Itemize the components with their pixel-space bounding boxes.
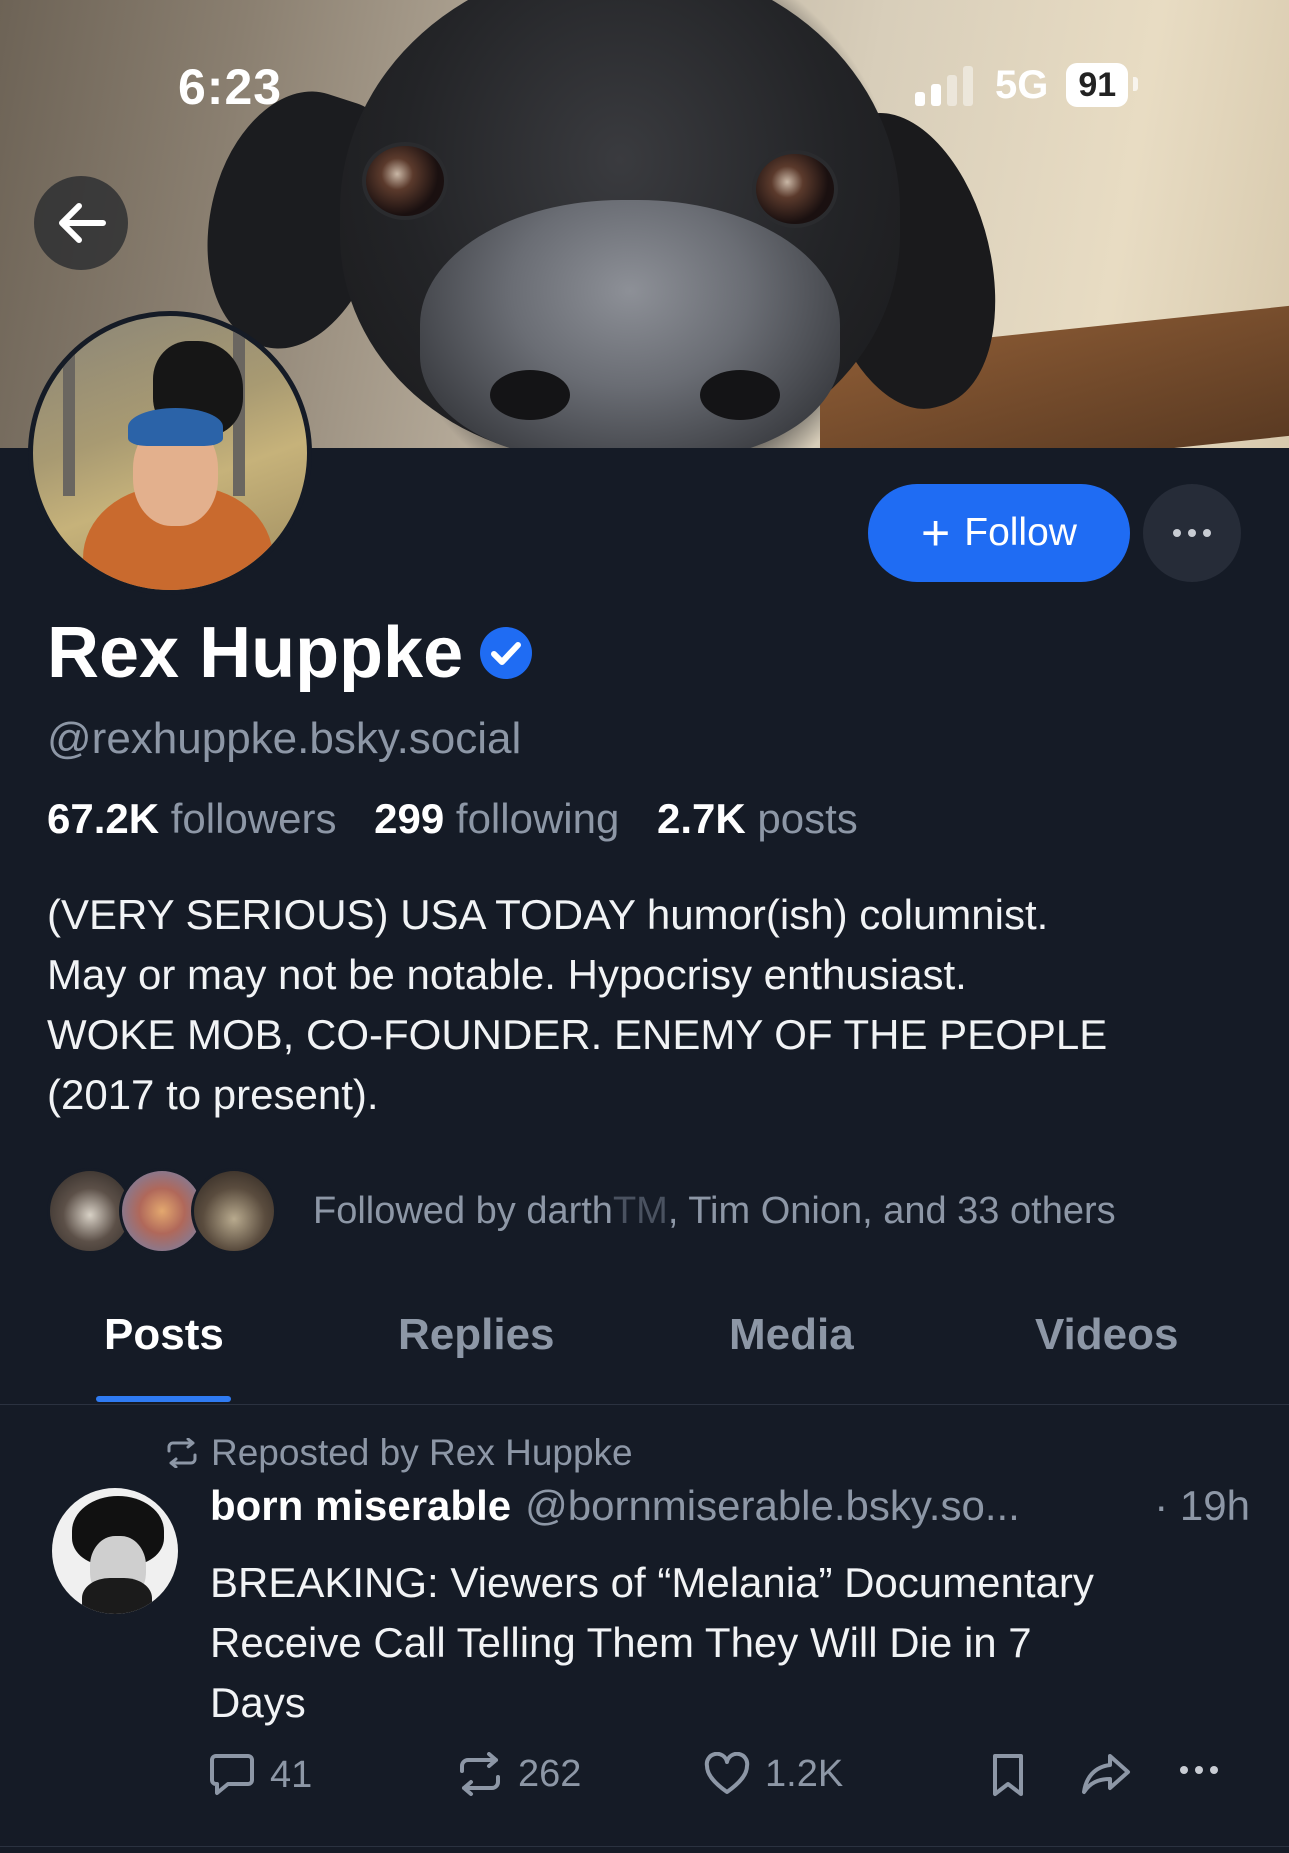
post-text-line: Days: [210, 1679, 306, 1726]
post-timestamp[interactable]: · 19h: [1154, 1482, 1250, 1530]
status-indicators: 5G 91: [915, 60, 1138, 110]
followed-by-tm: TM: [612, 1189, 668, 1232]
bio-line: WOKE MOB, CO-FOUNDER. ENEMY OF THE PEOPL…: [47, 1011, 1108, 1058]
followed-by-rest: , Tim Onion, and 33 others: [667, 1189, 1116, 1232]
profile-name: Rex Huppke: [47, 613, 464, 693]
bio-line: (VERY SERIOUS) USA TODAY humor(ish) colu…: [47, 891, 1049, 938]
reply-count: 41: [270, 1753, 313, 1796]
follow-label: Follow: [964, 511, 1077, 554]
known-followers[interactable]: Followed by darthTM, Tim Onion, and 33 o…: [47, 1163, 1116, 1259]
like-count: 1.2K: [765, 1752, 844, 1795]
following-label: following: [455, 795, 620, 842]
profile-avatar[interactable]: [28, 311, 312, 595]
post-header: born miserable @bornmiserable.bsky.so...…: [210, 1482, 1250, 1530]
ellipsis-icon: [1180, 1766, 1218, 1774]
profile-handle: @rexhuppke.bsky.social: [47, 714, 522, 763]
posts-count: 2.7K: [657, 795, 746, 842]
like-button[interactable]: 1.2K: [703, 1752, 843, 1796]
banner-dog-nostril: [700, 370, 780, 420]
back-button[interactable]: [34, 176, 128, 270]
following-link[interactable]: 299 following: [374, 795, 619, 842]
repost-count: 262: [518, 1752, 582, 1795]
plus-icon: +: [921, 505, 951, 561]
verified-check-icon[interactable]: [479, 626, 533, 680]
posts-stat: 2.7K posts: [657, 795, 858, 842]
following-count: 299: [374, 795, 445, 842]
bookmark-icon: [993, 1754, 1023, 1796]
posts-label: posts: [757, 795, 858, 842]
post-text[interactable]: BREAKING: Viewers of “Melania” Documenta…: [210, 1553, 1250, 1733]
reply-button[interactable]: 41: [208, 1752, 312, 1798]
followers-link[interactable]: 67.2K followers: [47, 795, 336, 842]
network-type: 5G: [995, 62, 1049, 107]
signal-icon: [915, 64, 973, 106]
bookmark-button[interactable]: [988, 1752, 1042, 1798]
follower-avatar: [191, 1168, 277, 1254]
followed-by-prefix: Followed by darth: [313, 1189, 613, 1232]
post-more-button[interactable]: [1180, 1766, 1218, 1774]
share-icon: [1082, 1754, 1130, 1794]
post-text-line: BREAKING: Viewers of “Melania” Documenta…: [210, 1559, 1094, 1606]
active-tab-indicator: [96, 1396, 231, 1402]
avatar-shade: [82, 1578, 152, 1614]
divider: [0, 1846, 1289, 1847]
ellipsis-icon: [1173, 529, 1211, 537]
more-options-button[interactable]: [1143, 484, 1241, 582]
followed-by-text: Followed by darthTM, Tim Onion, and 33 o…: [313, 1190, 1116, 1233]
profile-stats: 67.2K followers 299 following 2.7K posts: [47, 795, 858, 843]
repost-icon: [460, 1752, 500, 1796]
tab-media[interactable]: Media: [729, 1310, 854, 1360]
profile-bio: (VERY SERIOUS) USA TODAY humor(ish) colu…: [47, 885, 1247, 1125]
avatar-cap: [128, 408, 223, 446]
profile-tabs: Posts Replies Media Videos: [0, 1296, 1289, 1405]
repost-indicator[interactable]: Reposted by Rex Huppke: [165, 1432, 633, 1474]
bio-line: (2017 to present).: [47, 1071, 379, 1118]
share-button[interactable]: [1080, 1752, 1146, 1796]
post-text-line: Receive Call Telling Them They Will Die …: [210, 1619, 1032, 1666]
follow-button[interactable]: + Follow: [868, 484, 1130, 582]
profile-name-row: Rex Huppke: [47, 612, 533, 694]
post-actions: 41 262 1.2K: [0, 1752, 1289, 1812]
avatar-bg-post: [63, 316, 75, 496]
followers-count: 67.2K: [47, 795, 160, 842]
comment-icon: [210, 1754, 254, 1795]
banner-dog-nose: [420, 200, 840, 448]
repost-icon: [167, 1438, 197, 1468]
bio-line: May or may not be notable. Hypocrisy ent…: [47, 951, 967, 998]
repost-label: Reposted by Rex Huppke: [211, 1432, 633, 1473]
post-author-handle[interactable]: @bornmiserable.bsky.so...: [525, 1482, 1020, 1530]
tab-replies[interactable]: Replies: [398, 1310, 555, 1360]
banner-dog-eye: [752, 150, 838, 228]
repost-button[interactable]: 262: [456, 1752, 581, 1796]
followers-label: followers: [170, 795, 337, 842]
tab-posts[interactable]: Posts: [104, 1310, 224, 1360]
banner-dog-eye: [362, 142, 448, 220]
status-time: 6:23: [178, 59, 283, 115]
post-author-avatar[interactable]: [52, 1488, 178, 1614]
arrow-left-icon: [59, 203, 106, 243]
heart-icon: [704, 1752, 750, 1794]
post-author-name[interactable]: born miserable: [210, 1482, 511, 1530]
tab-videos[interactable]: Videos: [1035, 1310, 1178, 1360]
banner-dog-nostril: [490, 370, 570, 420]
battery-icon: 91: [1066, 63, 1138, 107]
